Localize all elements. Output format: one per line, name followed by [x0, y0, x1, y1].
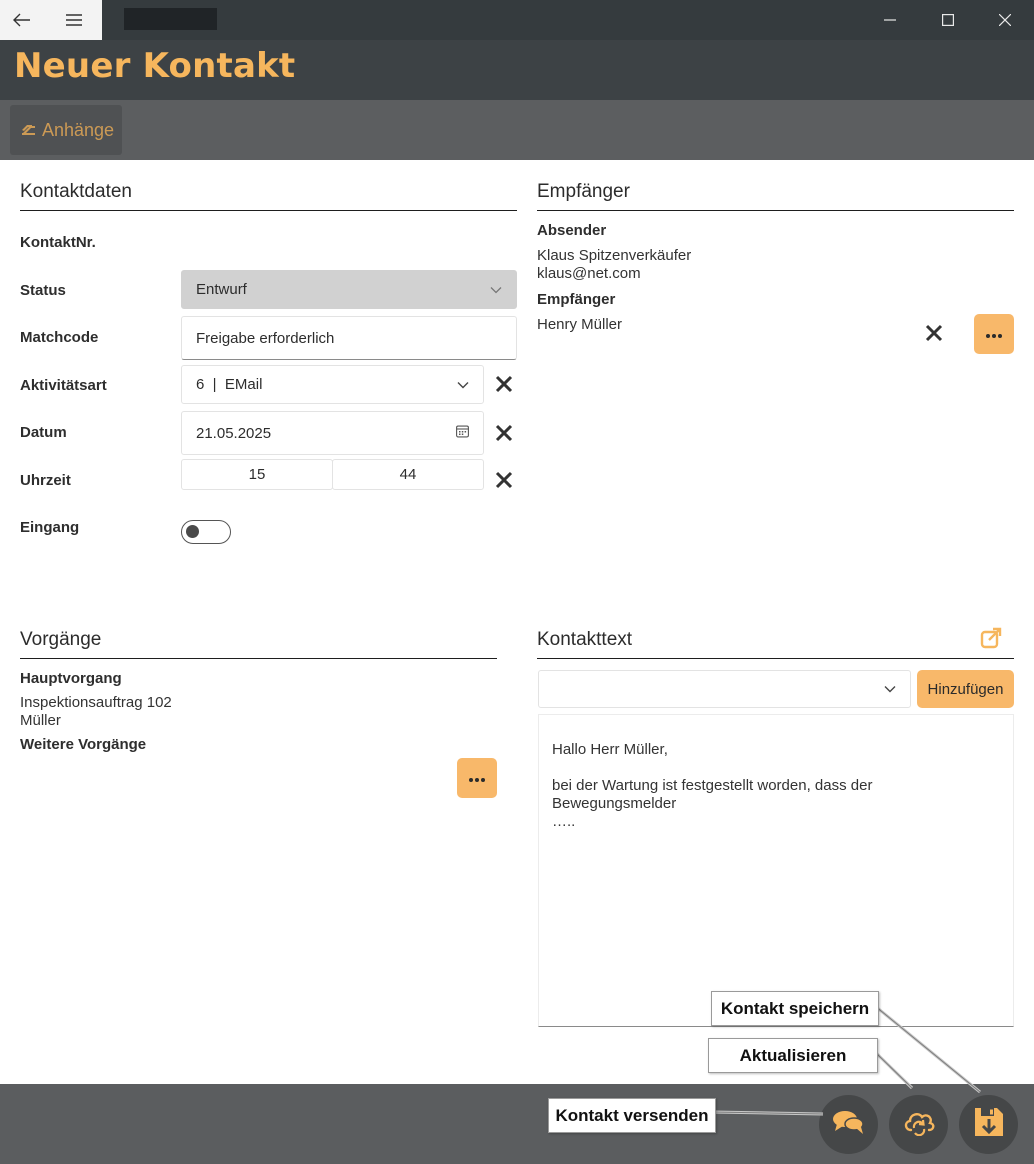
- chevron-down-icon: [884, 681, 896, 698]
- chevron-down-icon: [490, 281, 502, 298]
- clear-aktivitaetsart-icon[interactable]: [491, 371, 517, 397]
- page-title: Neuer Kontakt: [14, 46, 296, 86]
- open-external-icon[interactable]: [980, 627, 1002, 649]
- uhrzeit-minute-input[interactable]: 44: [332, 459, 484, 490]
- chat-send-icon: [832, 1108, 866, 1141]
- empfaenger-label: Empfänger: [537, 291, 616, 308]
- minimize-icon[interactable]: [862, 0, 918, 40]
- hauptvorgang-customer: Müller: [20, 712, 61, 729]
- divider: [20, 658, 497, 659]
- datum-value: 21.05.2025: [196, 424, 272, 442]
- window-title-redacted: [124, 8, 217, 30]
- window-titlebar: [0, 0, 1034, 40]
- eingang-label: Eingang: [20, 519, 80, 536]
- datum-input[interactable]: 21.05.2025: [181, 411, 484, 455]
- status-select[interactable]: Entwurf: [181, 270, 517, 309]
- kontakttext-template-select[interactable]: [538, 670, 911, 708]
- datum-label: Datum: [20, 424, 67, 441]
- divider: [537, 658, 1014, 659]
- body-line: bei der Wartung ist festgestellt worden,…: [552, 777, 873, 812]
- callout-refresh: Aktualisieren: [708, 1038, 878, 1073]
- refresh-button[interactable]: [889, 1095, 948, 1154]
- titlebar-nav-area: [0, 0, 102, 40]
- more-icon: [469, 769, 485, 787]
- back-arrow-icon[interactable]: [0, 0, 44, 40]
- close-icon[interactable]: [977, 0, 1033, 40]
- weitere-vorgaenge-label: Weitere Vorgänge: [20, 736, 147, 753]
- calendar-icon[interactable]: [456, 425, 469, 442]
- kontakttext-textarea[interactable]: Hallo Herr Müller, bei der Wartung ist f…: [538, 714, 1014, 1027]
- hauptvorgang-title: Inspektionsauftrag 102: [20, 694, 172, 711]
- callout-send: Kontakt versenden: [548, 1098, 716, 1133]
- absender-name: Klaus Spitzenverkäufer: [537, 247, 692, 264]
- attachment-stack-icon: [21, 120, 37, 141]
- attachments-button[interactable]: Anhänge: [10, 105, 122, 155]
- uhrzeit-hour-value: 15: [248, 466, 266, 483]
- body-line: …..: [552, 813, 576, 830]
- chevron-down-icon: [440, 359, 469, 410]
- more-vorgaenge-button[interactable]: [457, 758, 497, 798]
- footer-bar: [0, 1084, 1034, 1164]
- uhrzeit-label: Uhrzeit: [20, 472, 71, 489]
- body-line: Hallo Herr Müller,: [552, 741, 668, 758]
- eingang-toggle[interactable]: [181, 520, 231, 544]
- absender-label: Absender: [537, 222, 607, 239]
- hinzufuegen-button[interactable]: Hinzufügen: [917, 670, 1014, 708]
- clear-datum-icon[interactable]: [491, 420, 517, 446]
- attachments-label: Anhänge: [42, 119, 115, 140]
- page-header: Neuer Kontakt: [0, 40, 1034, 100]
- cloud-sync-icon: [902, 1108, 936, 1141]
- remove-empfaenger-icon[interactable]: [921, 320, 947, 346]
- uhrzeit-hour-input[interactable]: 15: [181, 459, 333, 490]
- status-label: Status: [20, 282, 66, 299]
- send-contact-button[interactable]: [819, 1095, 878, 1154]
- save-disk-icon: [973, 1106, 1005, 1143]
- save-contact-button[interactable]: [959, 1095, 1018, 1154]
- hauptvorgang-label: Hauptvorgang: [20, 670, 122, 687]
- uhrzeit-minute-value: 44: [399, 466, 417, 483]
- status-value: Entwurf: [196, 281, 247, 298]
- callout-save: Kontakt speichern: [711, 991, 879, 1026]
- matchcode-input[interactable]: Freigabe erforderlich: [181, 316, 517, 360]
- divider: [537, 210, 1014, 211]
- section-title-vorgaenge: Vorgänge: [20, 629, 102, 650]
- toggle-knob: [186, 525, 199, 538]
- more-icon: [986, 325, 1002, 343]
- maximize-icon[interactable]: [920, 0, 976, 40]
- absender-email: klaus@net.com: [537, 265, 641, 282]
- toolbar: Anhänge: [0, 100, 1034, 160]
- aktivitaetsart-label: Aktivitätsart: [20, 377, 107, 394]
- hamburger-icon[interactable]: [52, 0, 96, 40]
- empfaenger-name: Henry Müller: [537, 316, 623, 333]
- aktivitaetsart-select[interactable]: 6 | EMail: [181, 365, 484, 404]
- aktivitaetsart-value: 6 | EMail: [196, 376, 263, 393]
- divider: [20, 210, 517, 211]
- matchcode-label: Matchcode: [20, 329, 99, 346]
- more-empfaenger-button[interactable]: [974, 314, 1014, 354]
- clear-uhrzeit-icon[interactable]: [491, 467, 517, 493]
- section-title-empfaenger: Empfänger: [537, 181, 630, 202]
- section-title-kontaktdaten: Kontaktdaten: [20, 181, 132, 202]
- matchcode-value: Freigabe erforderlich: [196, 329, 335, 347]
- section-title-kontakttext: Kontakttext: [537, 629, 633, 650]
- kontaktnr-label: KontaktNr.: [20, 234, 96, 251]
